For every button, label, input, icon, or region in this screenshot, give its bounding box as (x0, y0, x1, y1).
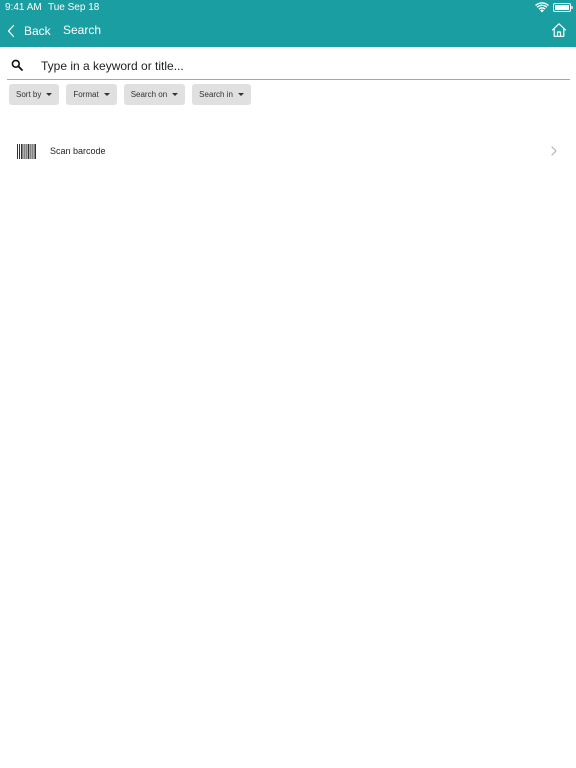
format-dropdown[interactable]: Format (66, 84, 117, 105)
search-in-label: Search in (199, 90, 233, 99)
search-on-label: Search on (130, 90, 168, 99)
caret-down-icon (172, 93, 179, 96)
back-button[interactable]: Back (6, 21, 51, 41)
search-icon (11, 59, 23, 71)
home-icon[interactable] (551, 22, 567, 38)
format-label: Format (73, 90, 99, 99)
scan-barcode-label: Scan barcode (50, 146, 106, 156)
status-date: Tue Sep 18 (48, 2, 100, 13)
status-bar: 9:41 AM Tue Sep 18 (0, 0, 576, 15)
search-input[interactable] (35, 55, 567, 77)
app-screen: 9:41 AM Tue Sep 18 Back Search Type in a… (0, 0, 576, 768)
caret-down-icon (237, 93, 244, 96)
sort-by-dropdown[interactable]: Sort by (9, 84, 60, 105)
back-label: Back (24, 24, 51, 38)
navigation-bar: Back Search (0, 15, 576, 47)
search-bar (7, 53, 570, 80)
caret-down-icon (103, 93, 110, 96)
sort-by-label: Sort by (16, 90, 42, 99)
search-on-dropdown[interactable]: Search on (123, 84, 186, 105)
page-title: Search (63, 23, 102, 37)
scan-barcode-row[interactable]: Scan barcode (0, 138, 576, 166)
barcode-icon (17, 144, 36, 159)
search-in-dropdown[interactable]: Search in (192, 84, 251, 105)
filter-bar: Sort by Format Search on Search in (9, 84, 251, 105)
wifi-icon (535, 2, 549, 13)
chevron-right-icon (551, 146, 557, 156)
chevron-left-icon (7, 24, 15, 38)
caret-down-icon (46, 93, 53, 96)
app-header: 9:41 AM Tue Sep 18 Back Search (0, 0, 576, 47)
battery-icon (553, 3, 573, 12)
status-time: 9:41 AM (5, 2, 42, 13)
